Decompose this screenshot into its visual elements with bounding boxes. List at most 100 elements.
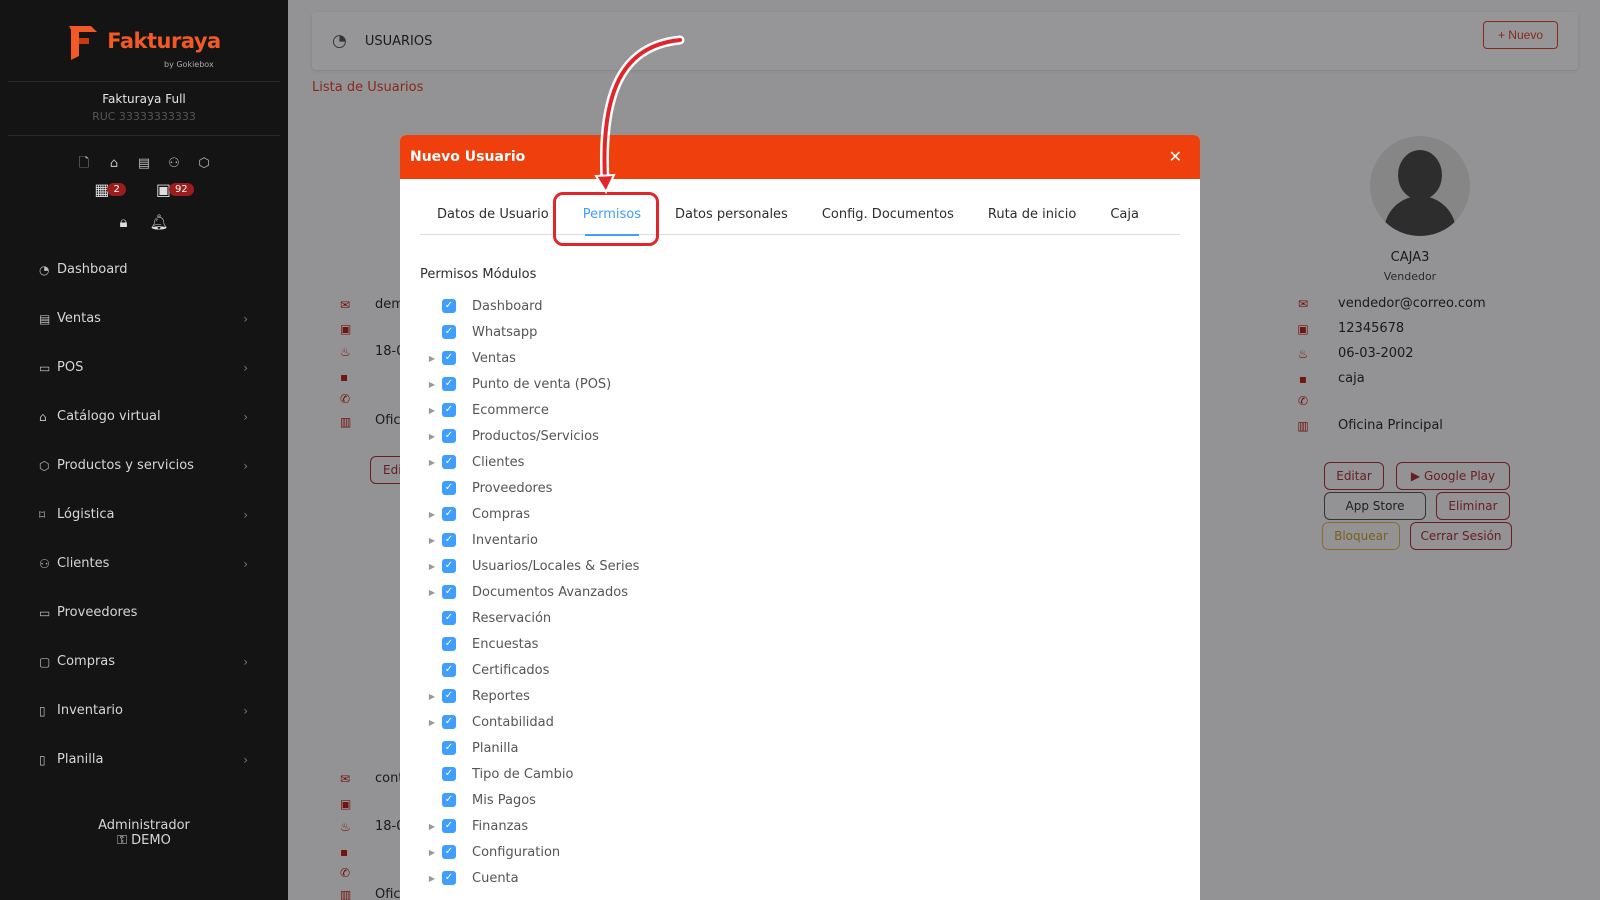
permission-label: Contabilidad: [472, 714, 554, 730]
permission-item[interactable]: ▶ ✓ Ecommerce: [420, 397, 920, 423]
sidebar-item-logistica[interactable]: ⌑ Lógistica ›: [0, 490, 288, 539]
sidebar-item-inventario[interactable]: ▯ Inventario ›: [0, 686, 288, 735]
permission-item[interactable]: ✓ Encuestas: [420, 631, 920, 657]
chevron-right-icon: ›: [243, 752, 248, 767]
sidebar-item-compras[interactable]: ▢ Compras ›: [0, 637, 288, 686]
checkbox-checked-icon[interactable]: ✓: [442, 507, 456, 521]
caret-right-icon[interactable]: ▶: [422, 406, 442, 415]
checkbox-checked-icon[interactable]: ✓: [442, 429, 456, 443]
permission-item[interactable]: ✓ Dashboard: [420, 293, 920, 319]
checkbox-checked-icon[interactable]: ✓: [442, 741, 456, 755]
checkbox-checked-icon[interactable]: ✓: [442, 299, 456, 313]
permission-item[interactable]: ✓ Tipo de Cambio: [420, 761, 920, 787]
box-icon[interactable]: ⬡: [196, 156, 212, 172]
checkbox-checked-icon[interactable]: ✓: [442, 845, 456, 859]
checkbox-checked-icon[interactable]: ✓: [442, 689, 456, 703]
users-icon[interactable]: ⚇: [166, 156, 182, 172]
caret-right-icon[interactable]: ▶: [422, 432, 442, 441]
permission-item[interactable]: ▶ ✓ Punto de venta (POS): [420, 371, 920, 397]
store-icon[interactable]: ⌂: [106, 156, 122, 172]
permission-item[interactable]: ▶ ✓ Ventas: [420, 345, 920, 371]
sidebar-item-label: POS: [57, 360, 84, 375]
permission-item[interactable]: ✓ Reservación: [420, 605, 920, 631]
permission-item[interactable]: ▶ ✓ Inventario: [420, 527, 920, 553]
permission-item[interactable]: ▶ ✓ Configuration: [420, 839, 920, 865]
tab-datos-personales[interactable]: Datos personales: [658, 195, 805, 234]
sidebar-item-clientes[interactable]: ⚇ Clientes ›: [0, 539, 288, 588]
tab-caja[interactable]: Caja: [1093, 195, 1156, 234]
checkbox-checked-icon[interactable]: ✓: [442, 325, 456, 339]
permission-label: Planilla: [472, 740, 519, 756]
sidebar-item-planilla[interactable]: ▯ Planilla ›: [0, 735, 288, 784]
permission-item[interactable]: ✓ Whatsapp: [420, 319, 920, 345]
checkbox-checked-icon[interactable]: ✓: [442, 871, 456, 885]
sidebar-item-label: Catálogo virtual: [57, 409, 161, 424]
current-user[interactable]: Administrador ⚿ DEMO: [0, 818, 288, 848]
caret-right-icon[interactable]: ▶: [422, 536, 442, 545]
permission-item[interactable]: ▶ ✓ Usuarios/Locales & Series: [420, 553, 920, 579]
sidebar-item-label: Productos y servicios: [57, 458, 194, 473]
caret-right-icon[interactable]: ▶: [422, 354, 442, 363]
caret-right-icon[interactable]: ▶: [422, 458, 442, 467]
lock-icon[interactable]: 🔒︎: [119, 213, 127, 231]
checkbox-checked-icon[interactable]: ✓: [442, 715, 456, 729]
permission-item[interactable]: ✓ Planilla: [420, 735, 920, 761]
brand-logo[interactable]: Fakturaya: [8, 0, 280, 82]
checkbox-checked-icon[interactable]: ✓: [442, 663, 456, 677]
list-icon[interactable]: ▤: [136, 156, 152, 172]
caret-right-icon[interactable]: ▶: [422, 380, 442, 389]
checkbox-checked-icon[interactable]: ✓: [442, 819, 456, 833]
sidebar-item-ventas[interactable]: ▤ Ventas ›: [0, 294, 288, 343]
permission-item[interactable]: ▶ ✓ Documentos Avanzados: [420, 579, 920, 605]
permission-item[interactable]: ✓ Certificados: [420, 657, 920, 683]
tab-config-documentos[interactable]: Config. Documentos: [805, 195, 971, 234]
key-icon: ⚿: [117, 833, 128, 848]
caret-right-icon[interactable]: ▶: [422, 718, 442, 727]
sidebar-item-dashboard[interactable]: ◔ Dashboard: [0, 245, 288, 294]
permission-item[interactable]: ✓ Proveedores: [420, 475, 920, 501]
permission-item[interactable]: ✓ Mis Pagos: [420, 787, 920, 813]
briefcase-icon: ▭: [39, 605, 51, 620]
bell-icon[interactable]: 🔔︎: [149, 213, 168, 231]
sidebar-item-catalogo[interactable]: ⌂ Catálogo virtual ›: [0, 392, 288, 441]
tab-ruta-inicio[interactable]: Ruta de inicio: [971, 195, 1093, 234]
permission-item[interactable]: ▶ ✓ Finanzas: [420, 813, 920, 839]
permission-item[interactable]: ▶ ✓ Productos/Servicios: [420, 423, 920, 449]
permission-item[interactable]: ▶ ✓ Clientes: [420, 449, 920, 475]
permission-item[interactable]: ▶ ✓ Contabilidad: [420, 709, 920, 735]
checkbox-checked-icon[interactable]: ✓: [442, 351, 456, 365]
caret-right-icon[interactable]: ▶: [422, 822, 442, 831]
permission-item[interactable]: ▶ ✓ Reportes: [420, 683, 920, 709]
calendar-badge[interactable]: ▦ 2: [94, 180, 126, 199]
close-icon[interactable]: ✕: [1169, 149, 1182, 165]
checkbox-checked-icon[interactable]: ✓: [442, 793, 456, 807]
box-icon: ⬡: [39, 458, 50, 473]
checkbox-checked-icon[interactable]: ✓: [442, 559, 456, 573]
permission-item[interactable]: ▶ ✓ Cuenta: [420, 865, 920, 891]
checkbox-checked-icon[interactable]: ✓: [442, 377, 456, 391]
caret-right-icon[interactable]: ▶: [422, 510, 442, 519]
new-document-icon[interactable]: 🗋: [76, 156, 92, 172]
caret-right-icon[interactable]: ▶: [422, 588, 442, 597]
checkbox-checked-icon[interactable]: ✓: [442, 533, 456, 547]
caret-right-icon[interactable]: ▶: [422, 562, 442, 571]
sidebar-item-pos[interactable]: ▭ POS ›: [0, 343, 288, 392]
checkbox-checked-icon[interactable]: ✓: [442, 637, 456, 651]
permission-label: Tipo de Cambio: [472, 766, 574, 782]
box-badge[interactable]: ▣ 92: [156, 180, 194, 199]
checkbox-checked-icon[interactable]: ✓: [442, 767, 456, 781]
checkbox-checked-icon[interactable]: ✓: [442, 481, 456, 495]
checkbox-checked-icon[interactable]: ✓: [442, 611, 456, 625]
caret-right-icon[interactable]: ▶: [422, 692, 442, 701]
sidebar-item-productos[interactable]: ⬡ Productos y servicios ›: [0, 441, 288, 490]
permission-label: Certificados: [472, 662, 550, 678]
sidebar-item-proveedores[interactable]: ▭ Proveedores: [0, 588, 288, 637]
caret-right-icon[interactable]: ▶: [422, 874, 442, 883]
tab-datos-usuario[interactable]: Datos de Usuario: [420, 195, 566, 234]
checkbox-checked-icon[interactable]: ✓: [442, 585, 456, 599]
permission-item[interactable]: ▶ ✓ Compras: [420, 501, 920, 527]
checkbox-checked-icon[interactable]: ✓: [442, 403, 456, 417]
caret-right-icon[interactable]: ▶: [422, 848, 442, 857]
sidebar-menu: ◔ Dashboard ▤ Ventas › ▭ POS › ⌂ Catálog…: [0, 245, 288, 784]
checkbox-checked-icon[interactable]: ✓: [442, 455, 456, 469]
